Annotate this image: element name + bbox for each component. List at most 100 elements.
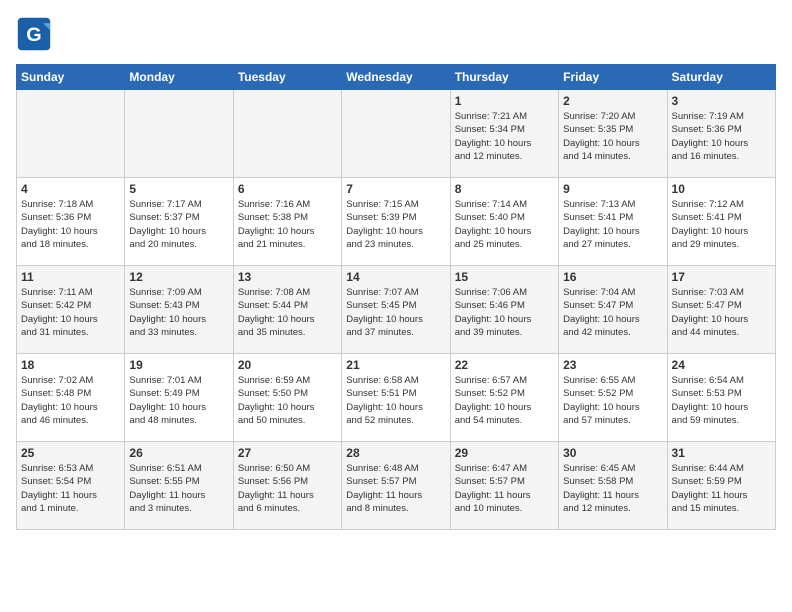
day-number: 22 — [455, 358, 554, 372]
weekday-header-wednesday: Wednesday — [342, 65, 450, 90]
day-number: 14 — [346, 270, 445, 284]
day-number: 19 — [129, 358, 228, 372]
day-number: 3 — [672, 94, 771, 108]
svg-text:G: G — [26, 24, 41, 46]
calendar-cell: 8Sunrise: 7:14 AM Sunset: 5:40 PM Daylig… — [450, 178, 558, 266]
day-info: Sunrise: 7:13 AM Sunset: 5:41 PM Dayligh… — [563, 198, 662, 251]
day-info: Sunrise: 6:44 AM Sunset: 5:59 PM Dayligh… — [672, 462, 771, 515]
calendar-cell: 18Sunrise: 7:02 AM Sunset: 5:48 PM Dayli… — [17, 354, 125, 442]
calendar-cell: 4Sunrise: 7:18 AM Sunset: 5:36 PM Daylig… — [17, 178, 125, 266]
day-info: Sunrise: 6:45 AM Sunset: 5:58 PM Dayligh… — [563, 462, 662, 515]
day-number: 8 — [455, 182, 554, 196]
day-info: Sunrise: 7:09 AM Sunset: 5:43 PM Dayligh… — [129, 286, 228, 339]
calendar-cell: 3 Sunrise: 7:19 AM Sunset: 5:36 PM Daylig… — [667, 90, 775, 178]
calendar-cell: 24 Sunrise: 6:54 AM Sunset: 5:53 PM Dayli… — [667, 354, 775, 442]
calendar-cell — [17, 90, 125, 178]
day-number: 17 — [672, 270, 771, 284]
calendar-table: SundayMondayTuesdayWednesdayThursdayFrid… — [16, 64, 776, 530]
calendar-cell: 7 Sunrise: 7:15 AM Sunset: 5:39 PM Daylig… — [342, 178, 450, 266]
calendar-cell: 17 Sunrise: 7:03 AM Sunset: 5:47 PM Dayli… — [667, 266, 775, 354]
weekday-header-saturday: Saturday — [667, 65, 775, 90]
calendar-cell — [342, 90, 450, 178]
day-info: Sunrise: 7:02 AM Sunset: 5:48 PM Dayligh… — [21, 374, 120, 427]
calendar-cell: 25 Sunrise: 6:53 AM Sunset: 5:54 PM Dayli… — [17, 442, 125, 530]
day-number: 30 — [563, 446, 662, 460]
day-info: Sunrise: 7:03 AM Sunset: 5:47 PM Dayligh… — [672, 286, 771, 339]
day-info: Sunrise: 6:59 AM Sunset: 5:50 PM Dayligh… — [238, 374, 337, 427]
calendar-cell: 14 Sunrise: 7:07 AM Sunset: 5:45 PM Dayli… — [342, 266, 450, 354]
day-info: Sunrise: 6:57 AM Sunset: 5:52 PM Dayligh… — [455, 374, 554, 427]
calendar-cell: 6 Sunrise: 7:16 AM Sunset: 5:38 PM Daylig… — [233, 178, 341, 266]
day-info: Sunrise: 6:53 AM Sunset: 5:54 PM Dayligh… — [21, 462, 120, 515]
day-number: 9 — [563, 182, 662, 196]
calendar-cell: 1 Sunrise: 7:21 AM Sunset: 5:34 PM Daylig… — [450, 90, 558, 178]
day-number: 25 — [21, 446, 120, 460]
calendar-cell: 15 Sunrise: 7:06 AM Sunset: 5:46 PM Dayli… — [450, 266, 558, 354]
calendar-cell: 28 Sunrise: 6:48 AM Sunset: 5:57 PM Dayli… — [342, 442, 450, 530]
calendar-cell: 16 Sunrise: 7:04 AM Sunset: 5:47 PM Dayli… — [559, 266, 667, 354]
calendar-cell: 12 Sunrise: 7:09 AM Sunset: 5:43 PM Dayli… — [125, 266, 233, 354]
calendar-cell: 23 Sunrise: 6:55 AM Sunset: 5:52 PM Dayli… — [559, 354, 667, 442]
calendar-cell: 11 Sunrise: 7:11 AM Sunset: 5:42 PM Dayli… — [17, 266, 125, 354]
day-number: 6 — [238, 182, 337, 196]
day-number: 13 — [238, 270, 337, 284]
calendar-cell: 9 Sunrise: 7:13 AM Sunset: 5:41 PM Daylig… — [559, 178, 667, 266]
day-number: 29 — [455, 446, 554, 460]
calendar-cell: 22 Sunrise: 6:57 AM Sunset: 5:52 PM Dayli… — [450, 354, 558, 442]
day-number: 27 — [238, 446, 337, 460]
day-number: 26 — [129, 446, 228, 460]
day-number: 24 — [672, 358, 771, 372]
day-info: Sunrise: 6:51 AM Sunset: 5:55 PM Dayligh… — [129, 462, 228, 515]
calendar-cell: 29 Sunrise: 6:47 AM Sunset: 5:57 PM Dayli… — [450, 442, 558, 530]
day-number: 28 — [346, 446, 445, 460]
day-info: Sunrise: 6:48 AM Sunset: 5:57 PM Dayligh… — [346, 462, 445, 515]
day-number: 1 — [455, 94, 554, 108]
day-info: Sunrise: 7:07 AM Sunset: 5:45 PM Dayligh… — [346, 286, 445, 339]
day-info: Sunrise: 7:06 AM Sunset: 5:46 PM Dayligh… — [455, 286, 554, 339]
day-number: 20 — [238, 358, 337, 372]
day-info: Sunrise: 7:21 AM Sunset: 5:34 PM Dayligh… — [455, 110, 554, 163]
calendar-cell: 20 Sunrise: 6:59 AM Sunset: 5:50 PM Dayli… — [233, 354, 341, 442]
day-number: 4 — [21, 182, 120, 196]
day-number: 5 — [129, 182, 228, 196]
page-header: G — [16, 16, 776, 52]
day-number: 12 — [129, 270, 228, 284]
day-info: Sunrise: 7:16 AM Sunset: 5:38 PM Dayligh… — [238, 198, 337, 251]
day-info: Sunrise: 7:19 AM Sunset: 5:36 PM Dayligh… — [672, 110, 771, 163]
day-info: Sunrise: 7:04 AM Sunset: 5:47 PM Dayligh… — [563, 286, 662, 339]
day-info: Sunrise: 6:55 AM Sunset: 5:52 PM Dayligh… — [563, 374, 662, 427]
day-info: Sunrise: 6:50 AM Sunset: 5:56 PM Dayligh… — [238, 462, 337, 515]
day-number: 11 — [21, 270, 120, 284]
day-number: 15 — [455, 270, 554, 284]
weekday-header-friday: Friday — [559, 65, 667, 90]
day-number: 21 — [346, 358, 445, 372]
day-info: Sunrise: 6:47 AM Sunset: 5:57 PM Dayligh… — [455, 462, 554, 515]
weekday-header-sunday: Sunday — [17, 65, 125, 90]
calendar-cell: 5Sunrise: 7:17 AM Sunset: 5:37 PM Daylig… — [125, 178, 233, 266]
day-info: Sunrise: 6:54 AM Sunset: 5:53 PM Dayligh… — [672, 374, 771, 427]
day-number: 31 — [672, 446, 771, 460]
day-number: 16 — [563, 270, 662, 284]
calendar-cell: 13 Sunrise: 7:08 AM Sunset: 5:44 PM Dayli… — [233, 266, 341, 354]
day-info: Sunrise: 7:15 AM Sunset: 5:39 PM Dayligh… — [346, 198, 445, 251]
day-number: 7 — [346, 182, 445, 196]
day-number: 10 — [672, 182, 771, 196]
day-info: Sunrise: 7:01 AM Sunset: 5:49 PM Dayligh… — [129, 374, 228, 427]
logo: G — [16, 16, 56, 52]
day-number: 23 — [563, 358, 662, 372]
calendar-cell: 31 Sunrise: 6:44 AM Sunset: 5:59 PM Dayli… — [667, 442, 775, 530]
weekday-header-thursday: Thursday — [450, 65, 558, 90]
weekday-header-monday: Monday — [125, 65, 233, 90]
logo-icon: G — [16, 16, 52, 52]
day-info: Sunrise: 7:08 AM Sunset: 5:44 PM Dayligh… — [238, 286, 337, 339]
day-info: Sunrise: 6:58 AM Sunset: 5:51 PM Dayligh… — [346, 374, 445, 427]
calendar-cell: 10 Sunrise: 7:12 AM Sunset: 5:41 PM Dayli… — [667, 178, 775, 266]
calendar-cell: 19 Sunrise: 7:01 AM Sunset: 5:49 PM Dayli… — [125, 354, 233, 442]
day-info: Sunrise: 7:12 AM Sunset: 5:41 PM Dayligh… — [672, 198, 771, 251]
calendar-cell: 27 Sunrise: 6:50 AM Sunset: 5:56 PM Dayli… — [233, 442, 341, 530]
calendar-cell — [233, 90, 341, 178]
calendar-cell — [125, 90, 233, 178]
weekday-header-tuesday: Tuesday — [233, 65, 341, 90]
day-number: 2 — [563, 94, 662, 108]
day-info: Sunrise: 7:11 AM Sunset: 5:42 PM Dayligh… — [21, 286, 120, 339]
